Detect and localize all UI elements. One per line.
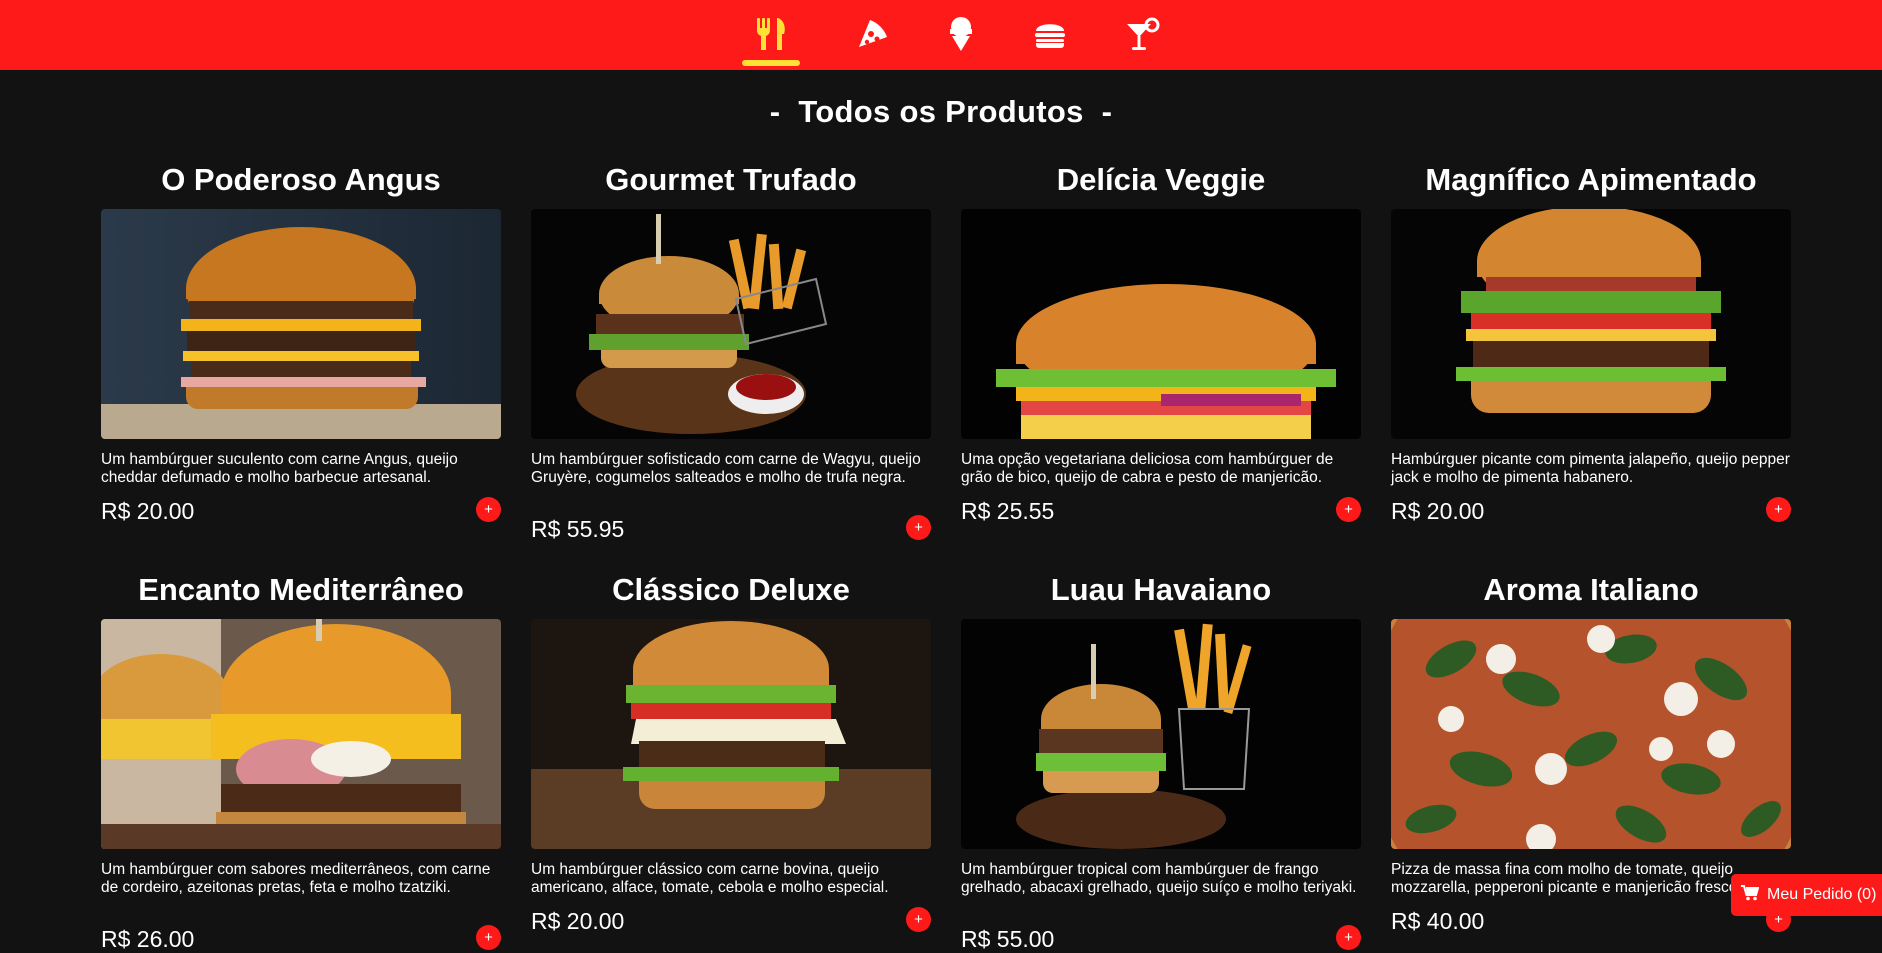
product-price: R$ 20.00 [531,908,625,934]
ice-cream-icon [947,16,975,52]
cart-icon [1741,884,1760,906]
product-description: Um hambúrguer com sabores mediterrâneos,… [101,861,491,896]
category-nav [0,0,1882,70]
add-to-cart-button[interactable]: + [1336,497,1361,522]
product-description: Uma opção vegetariana deliciosa com hamb… [961,451,1334,486]
nav-burgers[interactable] [1021,10,1079,58]
top-nav-bar [0,0,1882,70]
product-image-apimentado [1391,209,1791,439]
title-dash-right: - [1101,94,1113,129]
product-name: Clássico Deluxe [612,572,850,607]
add-to-cart-button[interactable]: + [906,515,931,540]
product-image-veggie [961,209,1361,439]
product-price: R$ 55.00 [961,926,1055,952]
cart-label: Meu Pedido (0) [1767,886,1877,903]
product-image-italiano [1391,619,1791,849]
product-image-mediterraneo [101,619,501,849]
add-to-cart-button[interactable]: + [476,497,501,522]
product-image-classico [531,619,931,849]
product-description: Um hambúrguer sofisticado com carne de W… [531,451,921,486]
product-name: Luau Havaiano [1050,572,1272,607]
burger-icon [1034,19,1066,49]
add-to-cart-button[interactable]: + [476,925,501,950]
product-price: R$ 26.00 [101,926,195,952]
product-name: Aroma Italiano [1483,572,1699,607]
title-dash-left: - [769,94,781,129]
product-description: Um hambúrguer tropical com hambúrguer de… [961,861,1357,896]
add-to-cart-button[interactable]: + [1766,497,1791,522]
utensils-icon [754,16,788,52]
add-to-cart-button[interactable]: + [1336,925,1361,950]
product-name: Magnífico Apimentado [1425,162,1757,197]
product-name: Encanto Mediterrâneo [138,572,464,607]
product-name: Gourmet Trufado [605,162,857,197]
product-price: R$ 25.55 [961,498,1055,524]
nav-desserts[interactable] [932,10,990,58]
product-price: R$ 20.00 [101,498,195,524]
nav-pizzas[interactable] [844,10,902,58]
product-image-angus [101,209,501,439]
section-title: - Todos os Produtos - [0,94,1882,130]
nav-all-products[interactable] [742,10,800,66]
product-description: Um hambúrguer suculento com carne Angus,… [101,451,458,486]
product-description: Um hambúrguer clássico com carne bovina,… [531,861,889,896]
nav-drinks[interactable] [1114,10,1172,58]
product-description: Hambúrguer picante com pimenta jalapeño,… [1391,451,1790,486]
product-image-havaiano [961,619,1361,849]
product-price: R$ 40.00 [1391,908,1485,934]
pizza-icon [856,17,890,51]
section-title-text: Todos os Produtos [798,94,1084,129]
product-price: R$ 20.00 [1391,498,1485,524]
cart-button[interactable]: Meu Pedido (0) [1731,874,1882,916]
product-name: O Poderoso Angus [161,162,441,197]
cocktail-icon [1125,16,1161,52]
product-price: R$ 55.95 [531,516,625,542]
add-to-cart-button[interactable]: + [906,907,931,932]
product-image-trufado [531,209,931,439]
product-name: Delícia Veggie [1056,162,1266,197]
